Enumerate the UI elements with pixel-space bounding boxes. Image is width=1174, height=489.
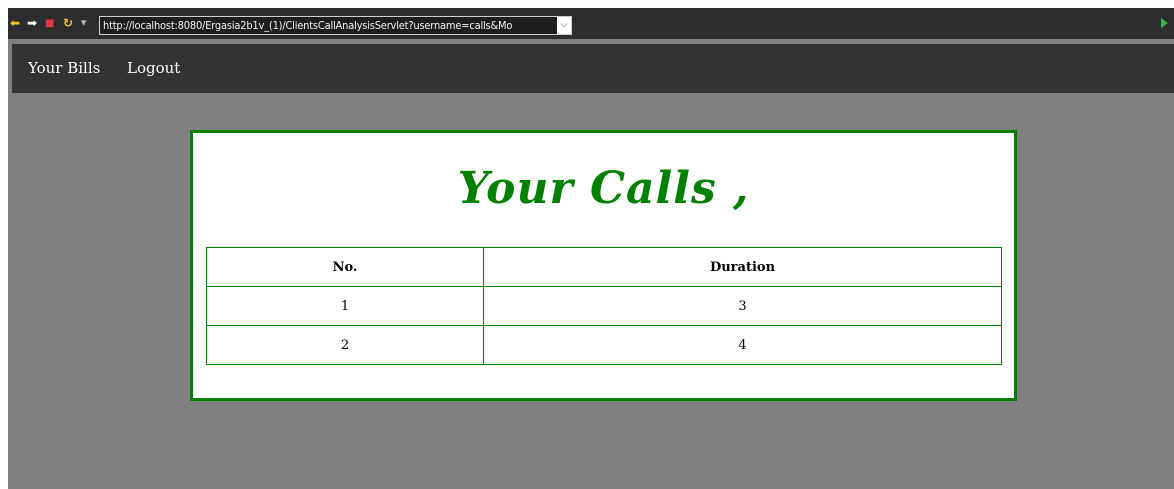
table-row: 1 3 [206, 286, 1002, 326]
calls-card: Your Calls , No. Duration 1 3 2 4 [190, 130, 1017, 401]
browser-toolbar: ⬅ ➡ ■ ↻ ▾ http://localhost:8080/Ergasia2… [8, 8, 1174, 39]
address-bar[interactable]: http://localhost:8080/Ergasia2b1v_(1)/Cl… [99, 16, 572, 35]
nav-link-logout[interactable]: Logout [127, 59, 180, 77]
forward-arrow-icon[interactable]: ➡ [27, 17, 37, 29]
column-header-number: No. [206, 247, 484, 287]
refresh-icon[interactable]: ↻ [63, 17, 73, 29]
calls-table: No. Duration 1 3 2 4 [206, 247, 1002, 365]
address-bar-url[interactable]: http://localhost:8080/Ergasia2b1v_(1)/Cl… [103, 18, 551, 34]
stop-icon[interactable]: ■ [45, 18, 54, 30]
table-header-row: No. Duration [206, 247, 1002, 287]
column-header-duration: Duration [483, 247, 1002, 287]
site-navigation-bar: Your Bills Logout [12, 44, 1174, 93]
table-cell-duration: 3 [483, 286, 1002, 326]
back-arrow-icon[interactable]: ⬅ [10, 17, 20, 29]
table-cell-duration: 4 [483, 325, 1002, 365]
go-play-icon[interactable] [1161, 18, 1168, 28]
url-dropdown-chevron-icon[interactable]: ⌵ [557, 17, 571, 34]
browser-window: ⬅ ➡ ■ ↻ ▾ http://localhost:8080/Ergasia2… [8, 8, 1174, 489]
table-cell-number: 1 [206, 286, 484, 326]
table-row: 2 4 [206, 325, 1002, 365]
chevron-down-icon[interactable]: ▾ [81, 17, 87, 29]
table-cell-number: 2 [206, 325, 484, 365]
nav-link-your-bills[interactable]: Your Bills [28, 59, 100, 77]
page-title: Your Calls , [457, 163, 750, 214]
